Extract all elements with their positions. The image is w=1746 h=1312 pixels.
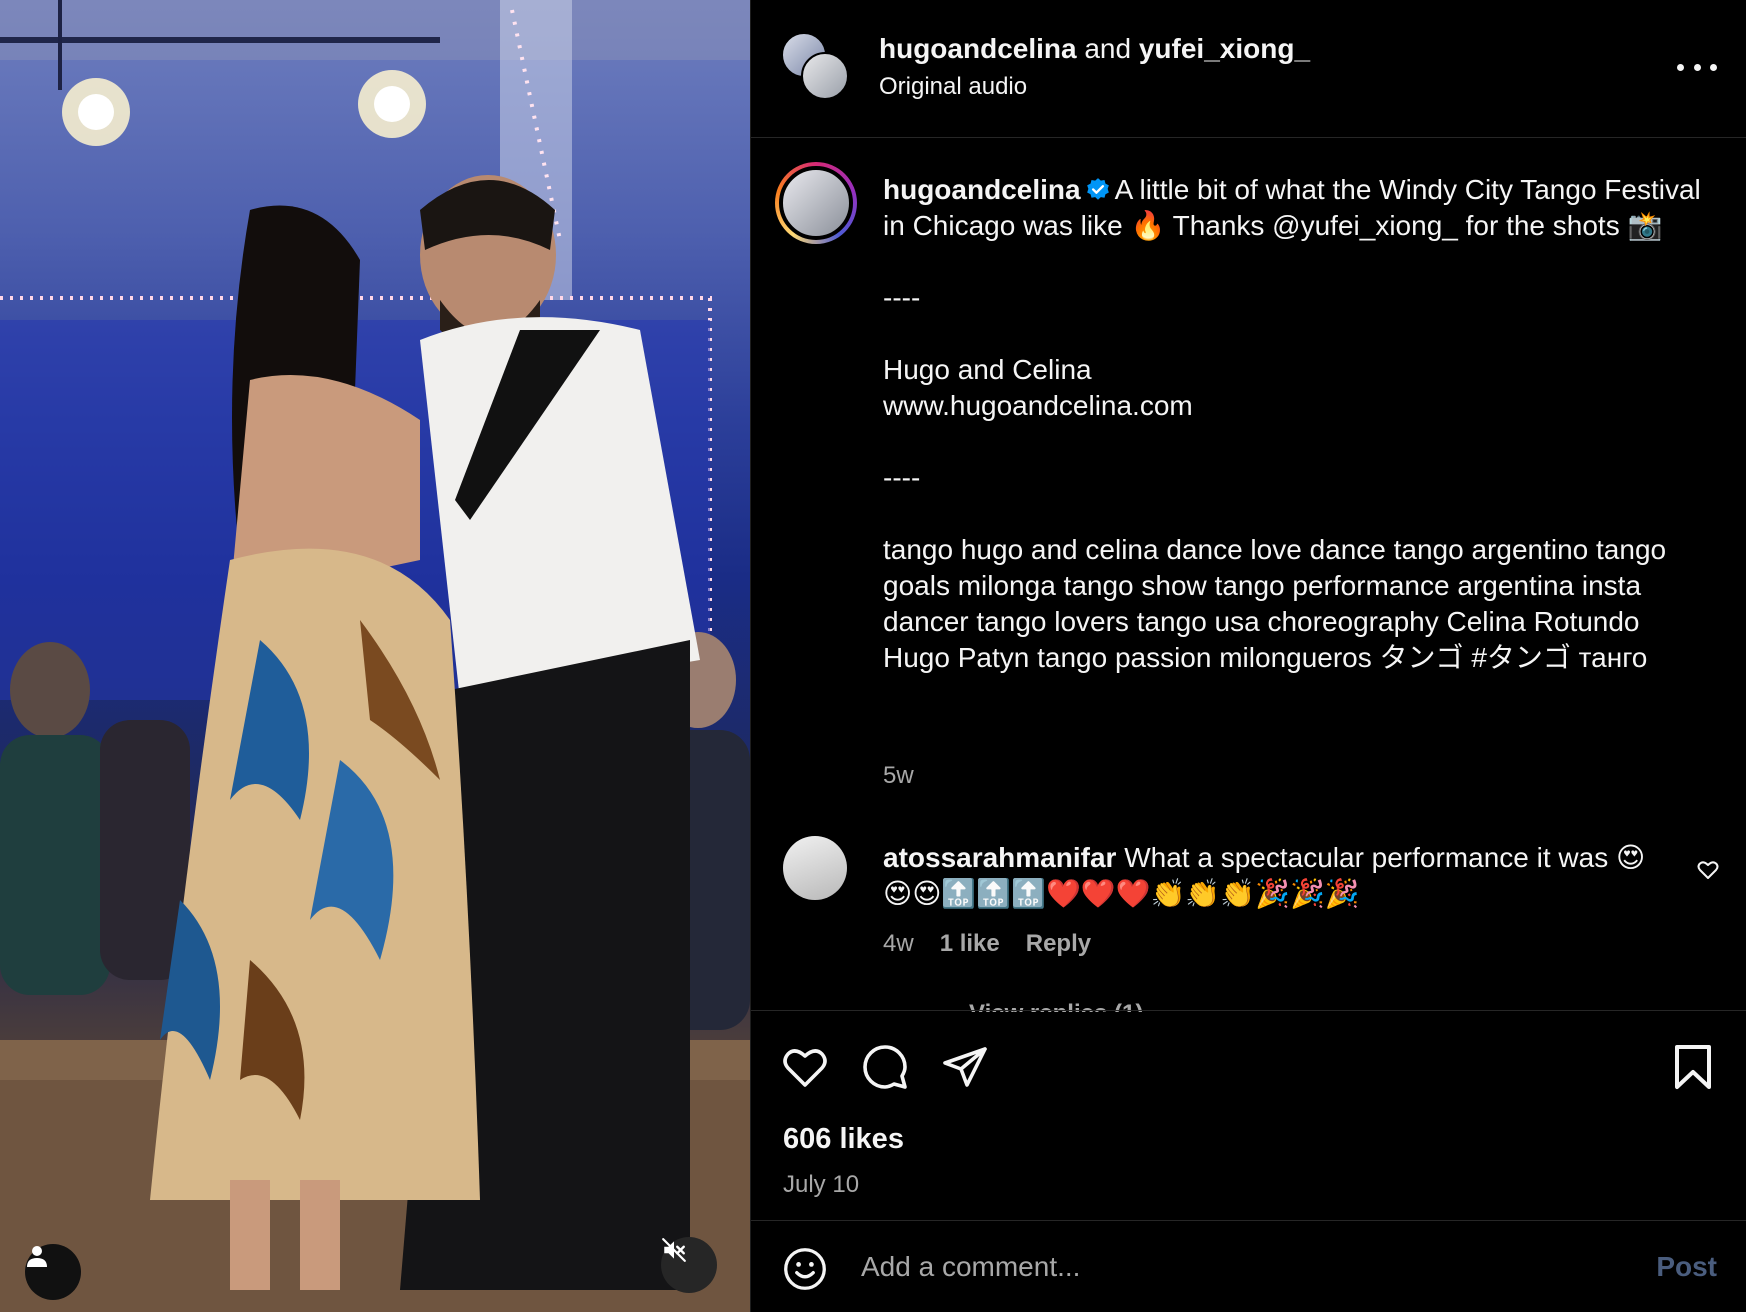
heart-icon bbox=[783, 1049, 827, 1087]
emoji-icon bbox=[784, 1248, 826, 1290]
post-header: hugoandcelina and yufei_xiong_ Original … bbox=[751, 0, 1746, 138]
avatar bbox=[801, 52, 849, 100]
post-date[interactable]: July 10 bbox=[783, 1171, 859, 1199]
comment-likes[interactable]: 1 like bbox=[940, 930, 1000, 958]
muted-speaker-icon bbox=[662, 1238, 686, 1262]
add-comment-bar: Post bbox=[751, 1220, 1746, 1312]
likes-count[interactable]: 606 likes bbox=[783, 1123, 904, 1156]
caption-name: Hugo and Celina bbox=[883, 354, 1092, 385]
caption-tags: tango hugo and celina dance love dance t… bbox=[883, 534, 1674, 673]
post-comment-button[interactable]: Post bbox=[1656, 1251, 1717, 1283]
more-dot-icon bbox=[1710, 63, 1717, 71]
more-dot-icon bbox=[1693, 63, 1701, 71]
caption-username[interactable]: hugoandcelina bbox=[883, 174, 1081, 205]
emoji-button[interactable] bbox=[783, 1247, 827, 1296]
caption-separator: ---- bbox=[883, 282, 921, 313]
comment-username[interactable]: atossarahmanifar bbox=[883, 842, 1116, 873]
heart-icon bbox=[1697, 861, 1719, 879]
audio-link[interactable]: Original audio bbox=[879, 73, 1027, 101]
caption-separator: ---- bbox=[883, 462, 921, 493]
more-options-button[interactable] bbox=[1677, 50, 1717, 84]
collab-avatars[interactable] bbox=[781, 32, 851, 102]
comment-icon bbox=[863, 1045, 907, 1089]
share-icon bbox=[943, 1047, 987, 1087]
video-frame bbox=[0, 0, 750, 1312]
reply-button[interactable]: Reply bbox=[1026, 930, 1091, 958]
caption-timestamp[interactable]: 5w bbox=[883, 762, 914, 790]
post-authors: hugoandcelina and yufei_xiong_ bbox=[879, 33, 1310, 65]
comment: atossarahmanifar What a spectacular perf… bbox=[883, 840, 1663, 912]
more-dot-icon bbox=[1677, 63, 1684, 71]
post-details-panel: hugoandcelina and yufei_xiong_ Original … bbox=[750, 0, 1746, 1312]
bookmark-icon bbox=[1675, 1045, 1711, 1089]
comment-input[interactable] bbox=[861, 1247, 1561, 1287]
avatar bbox=[779, 166, 853, 240]
share-button[interactable] bbox=[941, 1043, 989, 1096]
like-button[interactable] bbox=[781, 1043, 829, 1096]
tagged-users-button[interactable] bbox=[25, 1244, 81, 1300]
post-actions: 606 likes July 10 bbox=[751, 1010, 1746, 1220]
caption-avatar[interactable] bbox=[775, 162, 857, 244]
author-link[interactable]: hugoandcelina bbox=[879, 33, 1077, 64]
commenter-avatar[interactable] bbox=[783, 836, 847, 900]
post-caption: hugoandcelina A little bit of what the Wi… bbox=[883, 172, 1703, 676]
comment-timestamp[interactable]: 4w bbox=[883, 930, 914, 958]
comment-like-button[interactable] bbox=[1696, 858, 1720, 887]
verified-badge-icon bbox=[1086, 178, 1109, 200]
save-button[interactable] bbox=[1671, 1043, 1715, 1096]
user-icon bbox=[27, 1246, 47, 1267]
mute-button[interactable] bbox=[661, 1237, 717, 1293]
comment-button[interactable] bbox=[861, 1043, 909, 1096]
author-link[interactable]: yufei_xiong_ bbox=[1139, 33, 1310, 64]
comment-meta: 4w 1 like Reply bbox=[883, 930, 1091, 958]
post-video[interactable] bbox=[0, 0, 750, 1312]
caption-website: www.hugoandcelina.com bbox=[883, 390, 1193, 421]
author-conjunction: and bbox=[1084, 33, 1132, 64]
